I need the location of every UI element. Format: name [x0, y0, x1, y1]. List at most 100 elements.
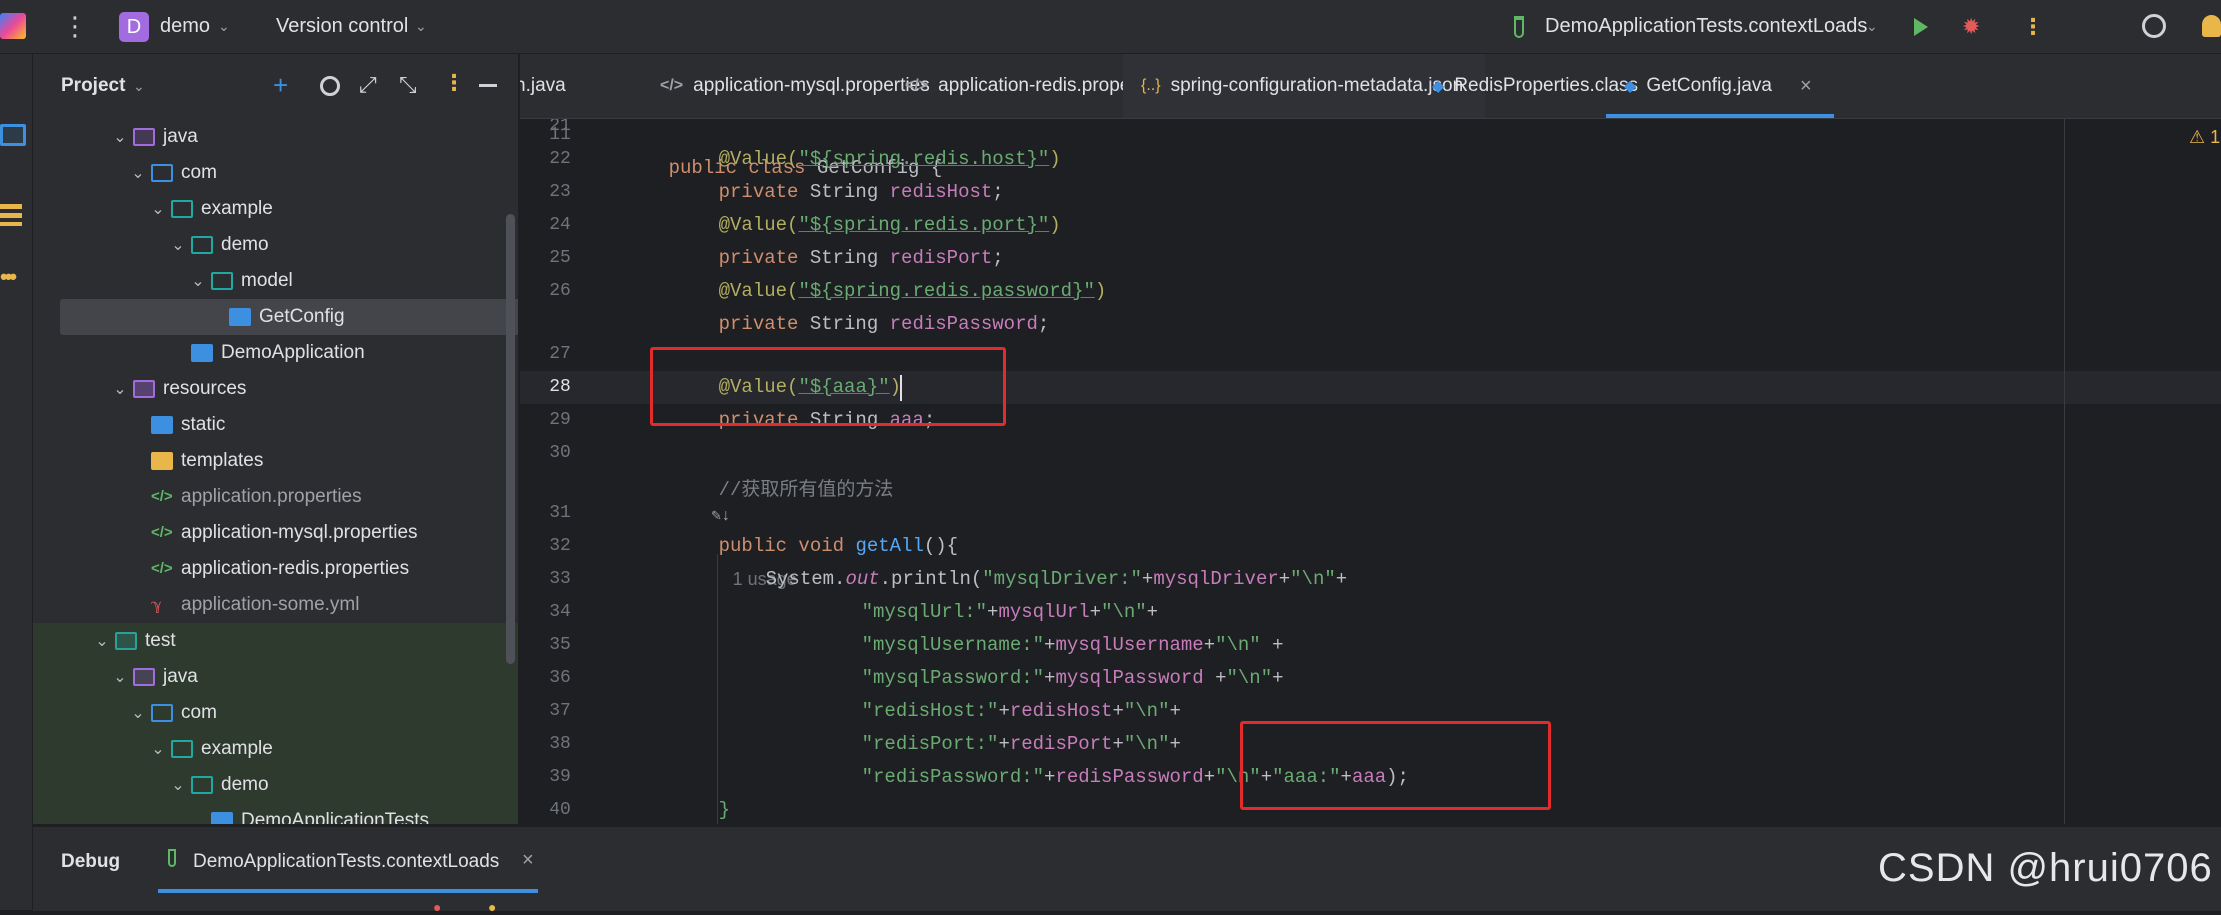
code-line-39[interactable]: } [673, 761, 730, 821]
debug-bug-icon[interactable]: ✹ [1962, 0, 1980, 53]
debug-session-tab[interactable]: DemoApplicationTests.contextLoads [193, 851, 499, 873]
line-number[interactable]: 26 [520, 275, 600, 308]
code-line-33[interactable]: "mysqlUrl:"+mysqlUrl+"\n"+ [816, 563, 1158, 623]
tree-item[interactable]: ⌄ test [33, 623, 518, 659]
code-line-40[interactable]: } [623, 794, 680, 824]
chevron-down-icon[interactable]: ⌄ [145, 199, 171, 219]
code-line-31[interactable]: public void getAll(){ 1 usage [673, 497, 958, 589]
stop-icon[interactable]: ● [433, 899, 441, 915]
tree-item[interactable]: ⌄ java [33, 659, 518, 695]
line-number[interactable]: 22 [520, 143, 600, 176]
editor-tab[interactable]: n.java [520, 54, 588, 118]
run-configuration-selector[interactable]: DemoApplicationTests.contextLoads [1545, 0, 1867, 53]
tree-item[interactable]: </> application-mysql.properties [33, 515, 518, 551]
tree-item[interactable]: ⌄ resources [33, 371, 518, 407]
version-control-menu[interactable]: Version control [276, 0, 408, 53]
chevron-down-icon[interactable]: ⌄ [218, 0, 230, 53]
resume-icon[interactable]: ● [488, 899, 496, 915]
chevron-down-icon[interactable]: ⌄ [145, 739, 171, 759]
tree-item[interactable]: ⌄ model [33, 263, 518, 299]
code-line-35[interactable]: "mysqlPassword:"+mysqlPassword +"\n"+ [816, 629, 1284, 689]
project-tool-icon[interactable] [0, 124, 26, 146]
close-icon[interactable]: × [522, 849, 534, 872]
hide-panel-icon[interactable] [479, 84, 497, 87]
chevron-down-icon[interactable]: ⌄ [107, 127, 133, 147]
code-line-32[interactable]: System.out.println("mysqlDriver:"+mysqlD… [720, 530, 1348, 590]
user-icon[interactable] [2202, 15, 2221, 37]
line-number[interactable]: 36 [520, 662, 600, 695]
line-number[interactable]: 27 [520, 338, 600, 371]
line-number[interactable]: 38 [520, 728, 600, 761]
code-line-24[interactable]: private String redisPort; [673, 209, 1004, 269]
line-number[interactable]: 33 [520, 563, 600, 596]
line-number-gutter[interactable]: 11 21 22 23 24 25 26 27 28 29 30 31 32 33 34 35 36 37 38 39… [520, 119, 600, 824]
chevron-down-icon[interactable]: ⌄ [415, 0, 427, 53]
ai-assistant-icon[interactable] [2142, 14, 2166, 38]
run-icon[interactable] [1914, 18, 1928, 36]
code-line-36[interactable]: "redisHost:"+redisHost+"\n"+ [816, 662, 1181, 722]
chevron-down-icon[interactable]: ⌄ [125, 703, 151, 723]
expand-all-icon[interactable]: ⤢ [359, 72, 377, 98]
panel-title[interactable]: Project [61, 75, 125, 97]
code-line-26[interactable]: private String redisPassword; [673, 275, 1050, 335]
add-icon[interactable]: + [273, 70, 288, 101]
debug-title[interactable]: Debug [61, 851, 120, 873]
line-number[interactable]: 35 [520, 629, 600, 662]
options-icon[interactable]: ⋮ [443, 70, 465, 96]
more-tools-icon[interactable]: ••• [0, 264, 17, 290]
code-line-23[interactable]: @Value("${spring.redis.port}") [673, 176, 1061, 236]
select-opened-file-icon[interactable] [320, 76, 340, 96]
editor-tab[interactable]: ◆ GetConfig.java × [1606, 54, 1834, 118]
line-number[interactable]: 34 [520, 596, 600, 629]
structure-tool-icon[interactable] [0, 204, 22, 226]
collapse-all-icon[interactable]: ⤡ [399, 72, 417, 98]
line-number[interactable]: 39 [520, 761, 600, 794]
tree-item[interactable]: templates [33, 443, 518, 479]
code-line-34[interactable]: "mysqlUsername:"+mysqlUsername+"\n" + [816, 596, 1284, 656]
tree-item[interactable]: DemoApplication [33, 335, 518, 371]
chevron-down-icon[interactable]: ⌄ [165, 775, 191, 795]
code-line-25[interactable]: @Value("${spring.redis.password}") [673, 242, 1107, 302]
tree-item[interactable]: ⌄ demo [33, 767, 518, 803]
line-number[interactable]: 25 [520, 242, 600, 275]
project-badge[interactable]: D [119, 12, 149, 42]
code-line-21[interactable]: @Value("${spring.redis.host}") [673, 119, 1061, 170]
tree-item[interactable]: ⌄ java [33, 119, 518, 155]
chevron-down-icon[interactable]: ⌄ [89, 631, 115, 651]
code-line-22[interactable]: private String redisHost; [673, 143, 1004, 203]
line-number[interactable]: 30 [520, 437, 600, 470]
line-number[interactable]: 29 [520, 404, 600, 437]
line-number[interactable]: 31 [520, 497, 600, 530]
tree-item[interactable]: ⌄ example [33, 731, 518, 767]
tree-scrollbar[interactable] [506, 214, 515, 664]
chevron-down-icon[interactable]: ⌄ [1866, 0, 1878, 53]
main-menu-icon[interactable]: ⋮ [62, 0, 88, 53]
more-actions-icon[interactable]: ⋮ [2022, 0, 2044, 53]
line-number[interactable]: 24 [520, 209, 600, 242]
project-name[interactable]: demo [160, 0, 210, 53]
chevron-down-icon[interactable]: ⌄ [133, 78, 145, 95]
code-line-37[interactable]: "redisPort:"+redisPort+"\n"+ [816, 695, 1181, 755]
tree-item[interactable]: ⌄ com [33, 155, 518, 191]
tree-item[interactable]: GetConfig [60, 299, 518, 335]
chevron-down-icon[interactable]: ⌄ [107, 667, 133, 687]
warning-icon[interactable]: ⚠ 1 [2189, 127, 2220, 148]
chevron-down-icon[interactable]: ⌄ [125, 163, 151, 183]
code-editor[interactable]: 11 21 22 23 24 25 26 27 28 29 30 31 32 33 34 35 36 37 38 39… [520, 119, 2221, 824]
tree-item[interactable]: DemoApplicationTests [33, 803, 518, 824]
tree-item[interactable]: ⌄ demo [33, 227, 518, 263]
chevron-down-icon[interactable]: ⌄ [185, 271, 211, 291]
tree-item[interactable]: </> application-redis.properties [33, 551, 518, 587]
line-number[interactable]: 23 [520, 176, 600, 209]
tree-item[interactable]: ⌄ com [33, 695, 518, 731]
line-number[interactable]: 37 [520, 695, 600, 728]
tree-item[interactable]: ⌄ example [33, 191, 518, 227]
chevron-down-icon[interactable]: ⌄ [107, 379, 133, 399]
line-number[interactable]: 21 [520, 119, 600, 143]
tree-item[interactable]: static [33, 407, 518, 443]
line-number[interactable]: 40 [520, 794, 600, 824]
chevron-down-icon[interactable]: ⌄ [165, 235, 191, 255]
line-number[interactable]: 28 [520, 371, 600, 404]
tree-item[interactable]: </> application.properties [33, 479, 518, 515]
tree-item[interactable]: ℽ application-some.yml [33, 587, 518, 623]
